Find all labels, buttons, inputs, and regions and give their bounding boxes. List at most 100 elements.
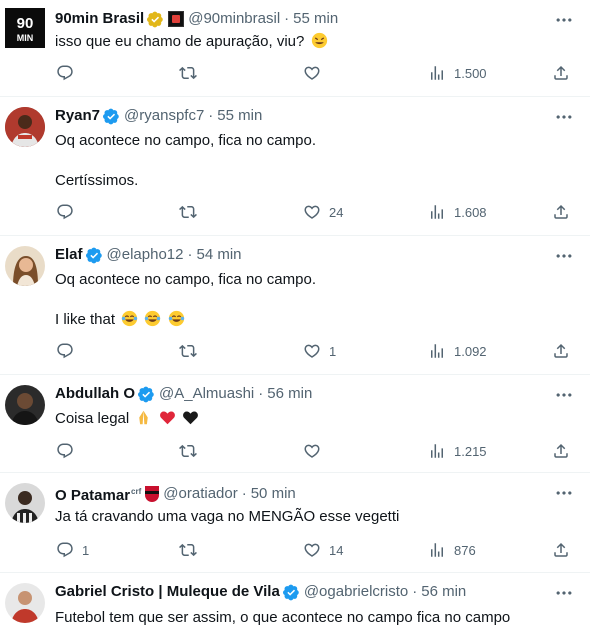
- reply-button[interactable]: [56, 64, 82, 82]
- views-button[interactable]: 1.215: [428, 442, 487, 460]
- views-icon: [428, 541, 446, 559]
- like-count: 14: [329, 542, 344, 558]
- more-icon[interactable]: [554, 385, 574, 405]
- red-heart-emoji-icon: [159, 411, 175, 425]
- views-button[interactable]: 1.500: [428, 64, 487, 82]
- author-name[interactable]: O Patamarcrf: [55, 482, 141, 506]
- timestamp[interactable]: 50 min: [251, 484, 296, 504]
- more-icon[interactable]: [554, 107, 574, 127]
- share-button[interactable]: [552, 442, 570, 460]
- svg-text:MIN: MIN: [17, 33, 34, 43]
- author-name[interactable]: 90min Brasil: [55, 9, 144, 29]
- timestamp[interactable]: 55 min: [293, 9, 338, 29]
- tweet-text-line: Oq acontece no campo, fica no campo.: [55, 271, 316, 288]
- avatar[interactable]: [5, 483, 45, 523]
- verified-badge-icon: [138, 386, 155, 403]
- avatar[interactable]: [5, 107, 45, 147]
- author-name[interactable]: Ryan7: [55, 106, 100, 126]
- like-button[interactable]: 1: [303, 342, 336, 360]
- tweet-text: isso que eu chamo de apuração, viu?: [55, 32, 328, 52]
- like-button[interactable]: [303, 64, 329, 82]
- reply-icon: [56, 64, 74, 82]
- reply-count: 1: [82, 542, 90, 558]
- timestamp[interactable]: 54 min: [196, 245, 241, 265]
- tweet-patamar[interactable]: O Patamarcrf @oratiador · 50 min Ja tá c…: [0, 473, 590, 573]
- retweet-button[interactable]: [179, 442, 205, 460]
- retweet-button[interactable]: [179, 203, 205, 221]
- reply-button[interactable]: [56, 342, 82, 360]
- tweet-elaf[interactable]: Elaf @elapho12 · 54 min Oq acontece no c…: [0, 236, 590, 375]
- verified-gold-badge-icon: [147, 11, 164, 28]
- views-icon: [428, 442, 446, 460]
- author-handle[interactable]: @ogabrielcristo: [304, 582, 408, 602]
- like-button[interactable]: 24: [303, 203, 343, 221]
- tweet-text-line: Oq acontece no campo, fica no campo.: [55, 132, 316, 149]
- retweet-icon: [179, 203, 197, 221]
- more-icon[interactable]: [554, 583, 574, 603]
- tweet-gabriel[interactable]: Gabriel Cristo | Muleque de Vila @ogabri…: [0, 573, 590, 633]
- author-handle[interactable]: @oratiador: [163, 484, 237, 504]
- name-superscript: crf: [131, 487, 142, 496]
- share-button[interactable]: [552, 541, 570, 559]
- avatar[interactable]: [5, 246, 45, 286]
- verified-badge-icon: [283, 584, 300, 601]
- share-icon: [552, 203, 570, 221]
- like-button[interactable]: 14: [303, 541, 343, 559]
- avatar[interactable]: [5, 583, 45, 623]
- views-icon: [428, 342, 446, 360]
- share-icon: [552, 64, 570, 82]
- retweet-icon: [179, 342, 197, 360]
- retweet-icon: [179, 64, 197, 82]
- tweet-text: Ja tá cravando uma vaga no MENGÃO esse v…: [55, 508, 400, 525]
- reply-button[interactable]: [56, 203, 82, 221]
- share-button[interactable]: [552, 342, 570, 360]
- author-handle[interactable]: @elapho12: [107, 245, 184, 265]
- author-name[interactable]: Gabriel Cristo | Muleque de Vila: [55, 582, 280, 602]
- views-button[interactable]: 1.092: [428, 342, 487, 360]
- reply-button[interactable]: 1: [56, 541, 89, 559]
- heart-icon: [303, 541, 321, 559]
- timestamp[interactable]: 56 min: [267, 384, 312, 404]
- author-handle[interactable]: @90minbrasil: [188, 9, 280, 29]
- share-icon: [552, 541, 570, 559]
- heart-icon: [303, 203, 321, 221]
- tears-of-joy-emoji-icon: [145, 310, 161, 327]
- avatar[interactable]: 90 MIN: [5, 8, 45, 48]
- author-name[interactable]: Elaf: [55, 245, 83, 265]
- author-handle[interactable]: @A_Almuashi: [159, 384, 254, 404]
- timestamp[interactable]: 56 min: [421, 582, 466, 602]
- retweet-button[interactable]: [179, 342, 205, 360]
- share-button[interactable]: [552, 64, 570, 82]
- tweet-abdullah[interactable]: Abdullah O @A_Almuashi · 56 min Coisa le…: [0, 375, 590, 473]
- views-count: 1.215: [454, 443, 487, 459]
- retweet-button[interactable]: [179, 64, 205, 82]
- views-button[interactable]: 876: [428, 541, 476, 559]
- reply-button[interactable]: [56, 442, 82, 460]
- heart-icon: [303, 64, 321, 82]
- views-button[interactable]: 1.608: [428, 203, 487, 221]
- like-count: 24: [329, 204, 344, 220]
- retweet-button[interactable]: [179, 541, 205, 559]
- like-button[interactable]: [303, 442, 329, 460]
- views-icon: [428, 203, 446, 221]
- views-count: 876: [454, 542, 476, 558]
- tweet-text-line: Certíssimos.: [55, 172, 139, 189]
- views-icon: [428, 64, 446, 82]
- black-heart-emoji-icon: [182, 411, 198, 425]
- reply-icon: [56, 541, 74, 559]
- flamengo-crest-icon: [145, 486, 160, 502]
- author-handle[interactable]: @ryanspfc7: [124, 106, 204, 126]
- tweet-90min[interactable]: 90 MIN 90min Brasil @90minbrasil · 55 mi…: [0, 0, 590, 97]
- tweet-text: Futebol tem que ser assim, o que acontec…: [55, 609, 511, 626]
- tweet-ryan7[interactable]: Ryan7 @ryanspfc7 · 55 min Oq acontece no…: [0, 97, 590, 236]
- affiliate-icon[interactable]: [168, 11, 185, 27]
- tweet-text: Coisa legal: [55, 409, 199, 429]
- verified-badge-icon: [86, 247, 103, 264]
- share-button[interactable]: [552, 203, 570, 221]
- avatar[interactable]: [5, 385, 45, 425]
- more-icon[interactable]: [554, 246, 574, 266]
- author-name[interactable]: Abdullah O: [55, 384, 135, 404]
- more-icon[interactable]: [554, 10, 574, 30]
- timestamp[interactable]: 55 min: [217, 106, 262, 126]
- more-icon[interactable]: [554, 483, 574, 503]
